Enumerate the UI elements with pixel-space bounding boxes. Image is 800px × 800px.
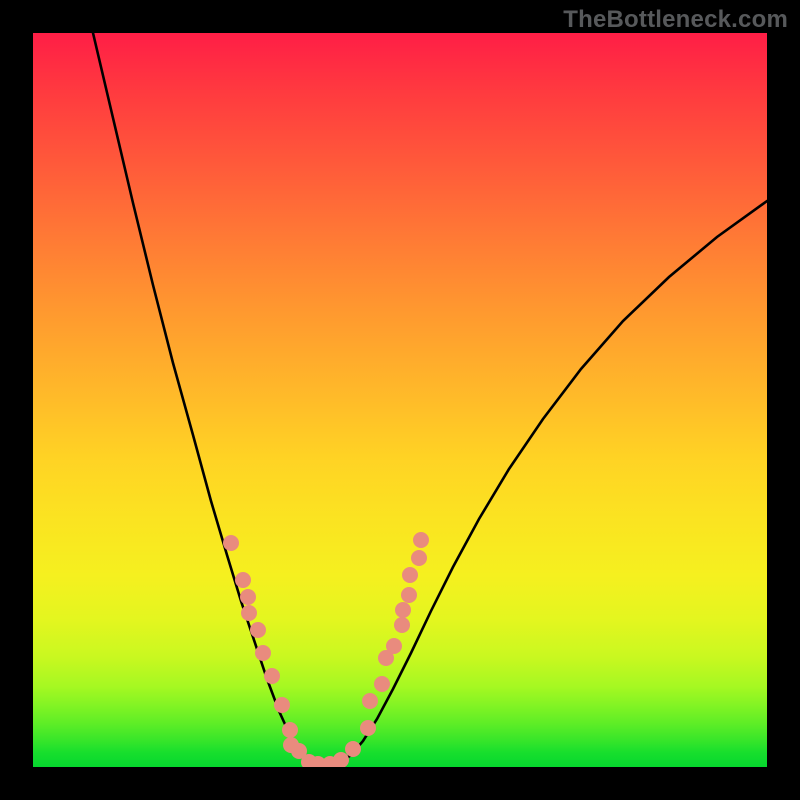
marker-right: [362, 693, 378, 709]
marker-right: [386, 638, 402, 654]
marker-left: [223, 535, 239, 551]
marker-right: [411, 550, 427, 566]
marker-left: [264, 668, 280, 684]
marker-right: [402, 567, 418, 583]
marker-left: [250, 622, 266, 638]
marker-group: [223, 532, 429, 767]
watermark-text: TheBottleneck.com: [563, 6, 788, 34]
chart-svg: [33, 33, 767, 767]
marker-right: [360, 720, 376, 736]
marker-left: [274, 697, 290, 713]
marker-left: [255, 645, 271, 661]
marker-right: [374, 676, 390, 692]
marker-right: [394, 617, 410, 633]
marker-left: [235, 572, 251, 588]
chart-frame: TheBottleneck.com: [0, 0, 800, 800]
chart-plot-area: [33, 33, 767, 767]
marker-left: [240, 589, 256, 605]
marker-left: [282, 722, 298, 738]
marker-bottom: [333, 752, 349, 767]
marker-left: [241, 605, 257, 621]
marker-right: [401, 587, 417, 603]
marker-right: [413, 532, 429, 548]
marker-right: [395, 602, 411, 618]
marker-right: [345, 741, 361, 757]
bottleneck-curve: [93, 33, 767, 765]
